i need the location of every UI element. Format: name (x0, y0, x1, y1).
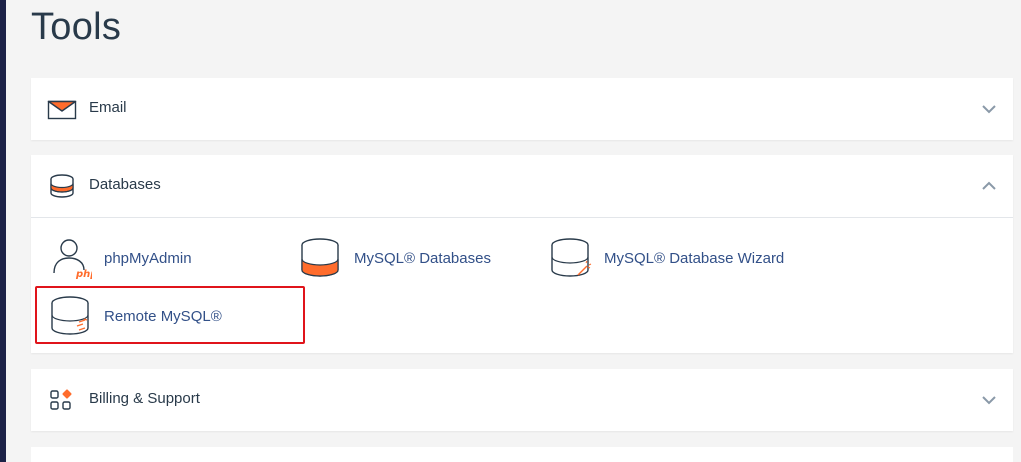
tool-label: MySQL® Databases (354, 250, 491, 267)
tool-remote-mysql[interactable]: Remote MySQL® (50, 295, 280, 339)
tool-label: MySQL® Database Wizard (604, 250, 785, 267)
chevron-up-icon[interactable] (981, 178, 997, 194)
tool-label: phpMyAdmin (104, 250, 192, 267)
tool-phpmyadmin[interactable]: php phpMyAdmin (50, 237, 270, 281)
tool-label: Remote MySQL® (104, 308, 222, 325)
svg-text:php: php (75, 269, 92, 279)
chevron-down-icon[interactable] (981, 392, 997, 408)
envelope-icon (47, 95, 77, 123)
phpmyadmin-user-icon: php (50, 237, 97, 280)
tool-mysql-databases[interactable]: MySQL® Databases (300, 237, 530, 281)
databases-panel: Databases php phpMyAdmin (31, 155, 1013, 353)
remote-mysql-icon (50, 295, 92, 337)
database-stack-icon (47, 172, 77, 200)
mysql-databases-icon (300, 237, 342, 279)
apps-grid-icon (47, 386, 77, 414)
databases-panel-header[interactable]: Databases (31, 155, 1013, 217)
billing-panel-title: Billing & Support (89, 390, 200, 407)
database-wizard-icon (550, 237, 592, 279)
next-panel (31, 447, 1013, 462)
billing-panel-header[interactable]: Billing & Support (31, 369, 1013, 431)
tool-mysql-database-wizard[interactable]: MySQL® Database Wizard (550, 237, 810, 281)
email-panel: Email (31, 78, 1013, 140)
databases-panel-body: php phpMyAdmin MySQL® Databases (31, 217, 1013, 353)
email-panel-header[interactable]: Email (31, 78, 1013, 140)
databases-panel-title: Databases (89, 176, 161, 193)
email-panel-title: Email (89, 99, 127, 116)
left-rail (0, 0, 6, 462)
billing-panel: Billing & Support (31, 369, 1013, 431)
page-title: Tools (31, 6, 122, 48)
chevron-down-icon[interactable] (981, 101, 997, 117)
